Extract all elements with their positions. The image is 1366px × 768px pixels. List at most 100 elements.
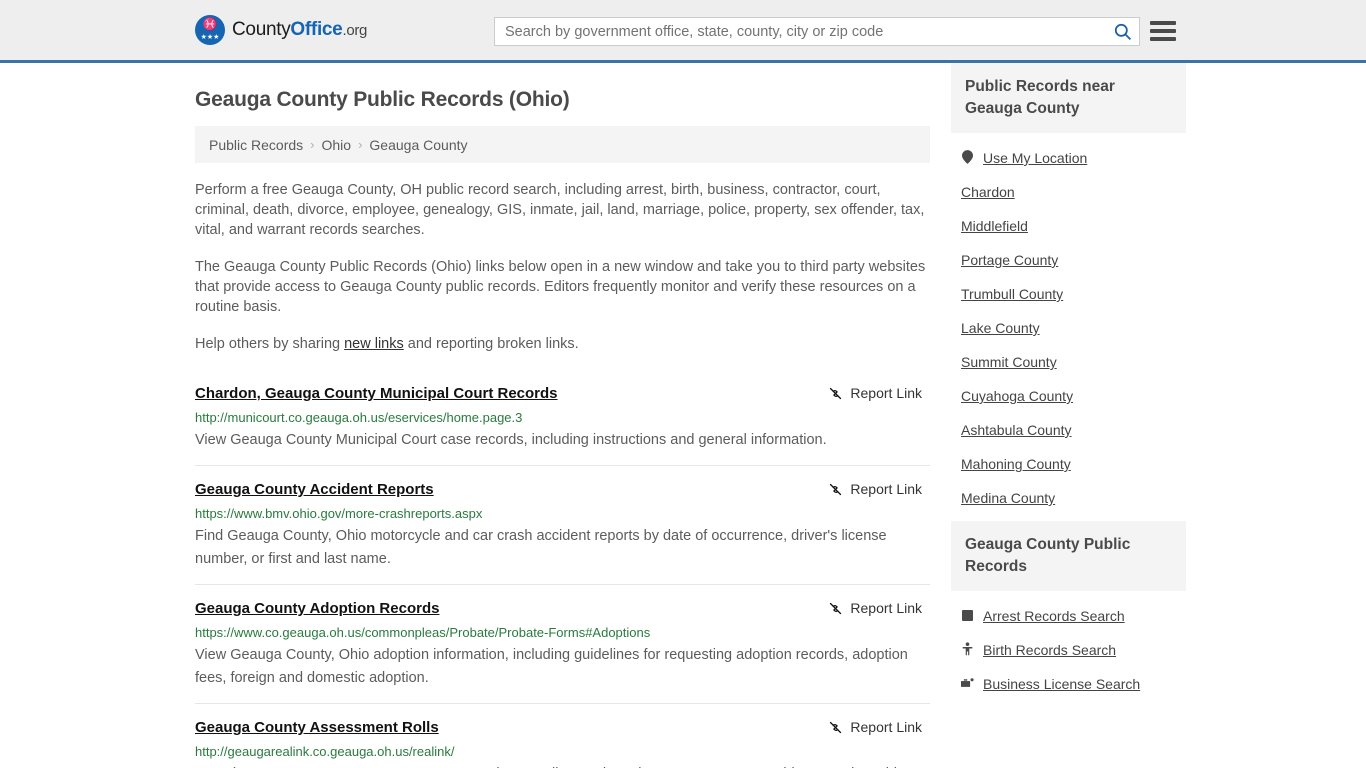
record-url: https://www.co.geauga.oh.us/commonpleas/… — [195, 625, 651, 640]
sidebar-link-label[interactable]: Middlefield — [961, 218, 1028, 234]
record-title-link[interactable]: Geauga County Assessment Rolls — [195, 718, 439, 737]
sidebar-item-portage-county[interactable]: Portage County — [951, 243, 1186, 277]
record-item: Geauga County Accident Reports Report Li… — [195, 465, 930, 584]
hamburger-menu-icon[interactable] — [1150, 20, 1176, 42]
sidebar-item-ashtabula-county[interactable]: Ashtabula County — [951, 413, 1186, 447]
baby-icon — [961, 642, 974, 658]
logo-wordmark: CountyOffice.org — [232, 19, 367, 41]
search-bar — [494, 17, 1140, 46]
stars-glyph: ★★★ — [200, 34, 220, 41]
sidebar-item-summit-county[interactable]: Summit County — [951, 345, 1186, 379]
hamburger-bar — [1150, 37, 1176, 41]
help-prefix: Help others by sharing — [195, 336, 345, 352]
sidebar-link-label[interactable]: Portage County — [961, 252, 1058, 268]
sidebar-link-label[interactable]: Birth Records Search — [983, 642, 1116, 658]
main-content: Geauga County Public Records (Ohio) Publ… — [195, 63, 930, 768]
page-body: Geauga County Public Records (Ohio) Publ… — [0, 63, 1366, 768]
sidebar-item-mahoning-county[interactable]: Mahoning County — [951, 447, 1186, 481]
record-item: Chardon, Geauga County Municipal Court R… — [195, 376, 930, 465]
report-link-label: Report Link — [850, 481, 922, 497]
page-title: Geauga County Public Records (Ohio) — [195, 88, 570, 111]
map-pin-icon — [961, 150, 974, 166]
record-url: https://www.bmv.ohio.gov/more-crashrepor… — [195, 506, 483, 521]
hamburger-bar — [1150, 29, 1176, 33]
sidebar-link-label[interactable]: Ashtabula County — [961, 422, 1072, 438]
hamburger-bar — [1150, 21, 1176, 25]
record-title-link[interactable]: Geauga County Accident Reports — [195, 480, 434, 499]
report-link-label: Report Link — [850, 600, 922, 616]
sidebar-item-lake-county[interactable]: Lake County — [951, 311, 1186, 345]
help-suffix: and reporting broken links. — [403, 336, 579, 352]
search-button[interactable] — [1105, 18, 1139, 45]
intro-paragraph-1: Perform a free Geauga County, OH public … — [195, 182, 925, 238]
broken-link-icon — [830, 387, 842, 399]
sidebar: Public Records near Geauga County Use My… — [951, 63, 1186, 707]
search-input[interactable] — [495, 18, 1105, 45]
search-icon — [1114, 23, 1131, 41]
record-url: http://geaugarealink.co.geauga.oh.us/rea… — [195, 744, 455, 759]
sidebar-link-label[interactable]: Trumbull County — [961, 286, 1063, 302]
record-description: Find Geauga County, Ohio motorcycle and … — [195, 528, 887, 567]
breadcrumb-separator: › — [358, 137, 363, 152]
breadcrumb-item-ohio[interactable]: Ohio — [322, 137, 352, 153]
report-link-label: Report Link — [850, 719, 922, 735]
broken-link-icon — [830, 483, 842, 495]
sidebar-item-trumbull-county[interactable]: Trumbull County — [951, 277, 1186, 311]
record-title-link[interactable]: Geauga County Adoption Records — [195, 599, 439, 618]
sidebar-item-middlefield[interactable]: Middlefield — [951, 209, 1186, 243]
sidebar-near-box: Public Records near Geauga County Use My… — [951, 63, 1186, 515]
broken-link-icon — [830, 602, 842, 614]
logo-word-office: Office — [290, 19, 343, 40]
site-header: ♓ ★★★ CountyOffice.org — [0, 0, 1366, 63]
sidebar-item-chardon[interactable]: Chardon — [951, 175, 1186, 209]
report-link-button[interactable]: Report Link — [828, 385, 930, 401]
sidebar-records-heading: Geauga County Public Records — [951, 521, 1186, 591]
breadcrumb-separator: › — [310, 137, 315, 152]
intro-paragraph-help: Help others by sharing new links and rep… — [195, 334, 930, 354]
record-description: View Geauga County Municipal Court case … — [195, 432, 827, 448]
sidebar-link-label[interactable]: Arrest Records Search — [983, 608, 1125, 624]
report-link-button[interactable]: Report Link — [828, 600, 930, 616]
fingerprint-square-icon — [961, 609, 974, 623]
countyoffice-logo-icon: ♓ ★★★ — [195, 15, 225, 45]
record-url: http://municourt.co.geauga.oh.us/eservic… — [195, 410, 523, 425]
sidebar-item-medina-county[interactable]: Medina County — [951, 481, 1186, 515]
breadcrumb-item-geauga-county[interactable]: Geauga County — [369, 137, 467, 153]
intro-text: Perform a free Geauga County, OH public … — [195, 180, 930, 354]
record-item: Geauga County Assessment Rolls Report Li… — [195, 703, 930, 768]
sidebar-item-use-my-location[interactable]: Use My Location — [951, 141, 1186, 175]
sidebar-link-label[interactable]: Mahoning County — [961, 456, 1071, 472]
sidebar-link-label[interactable]: Chardon — [961, 184, 1015, 200]
new-links-link[interactable]: new links — [344, 336, 404, 352]
site-logo[interactable]: ♓ ★★★ CountyOffice.org — [195, 15, 367, 45]
logo-word-county: County — [232, 19, 291, 40]
broken-link-icon — [830, 721, 842, 733]
sidebar-records-box: Geauga County Public Records Arrest Reco… — [951, 521, 1186, 701]
sidebar-item-business-license-search[interactable]: Business License Search — [951, 667, 1186, 701]
sidebar-item-birth-records-search[interactable]: Birth Records Search — [951, 633, 1186, 667]
record-list: Chardon, Geauga County Municipal Court R… — [195, 376, 930, 768]
intro-paragraph-2: The Geauga County Public Records (Ohio) … — [195, 259, 926, 315]
sidebar-item-cuyahoga-county[interactable]: Cuyahoga County — [951, 379, 1186, 413]
breadcrumb-item-public-records[interactable]: Public Records — [209, 137, 303, 153]
briefcase-icon — [961, 677, 974, 691]
record-description: View Geauga County, Ohio adoption inform… — [195, 647, 908, 686]
sidebar-link-label[interactable]: Summit County — [961, 354, 1057, 370]
sidebar-records-links: Arrest Records Search Birth Records Sear… — [951, 591, 1186, 701]
sidebar-link-label[interactable]: Medina County — [961, 490, 1055, 506]
record-item: Geauga County Adoption Records Report Li… — [195, 584, 930, 703]
sidebar-item-arrest-records-search[interactable]: Arrest Records Search — [951, 599, 1186, 633]
report-link-button[interactable]: Report Link — [828, 481, 930, 497]
sidebar-link-label[interactable]: Business License Search — [983, 676, 1140, 692]
sidebar-link-label[interactable]: Use My Location — [983, 150, 1087, 166]
record-description: Search Geauga County property assessment… — [195, 763, 930, 768]
sidebar-link-label[interactable]: Lake County — [961, 320, 1040, 336]
eagle-glyph: ♓ — [202, 17, 218, 31]
sidebar-link-label[interactable]: Cuyahoga County — [961, 388, 1073, 404]
sidebar-near-heading: Public Records near Geauga County — [951, 63, 1186, 133]
report-link-button[interactable]: Report Link — [828, 719, 930, 735]
breadcrumb: Public Records › Ohio › Geauga County — [195, 126, 930, 163]
record-title-link[interactable]: Chardon, Geauga County Municipal Court R… — [195, 384, 558, 403]
logo-word-tld: .org — [342, 22, 368, 39]
report-link-label: Report Link — [850, 385, 922, 401]
